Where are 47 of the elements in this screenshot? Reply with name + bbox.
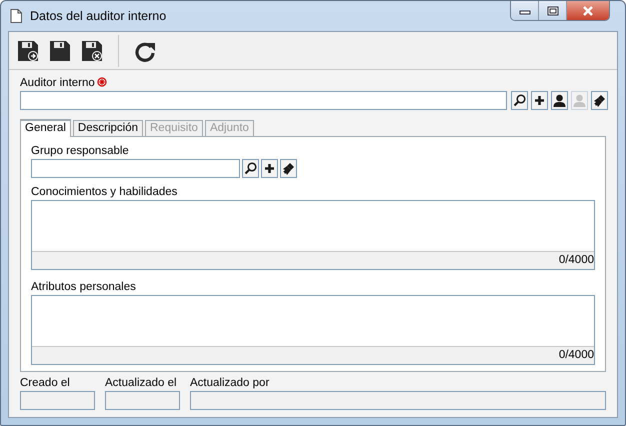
search-button[interactable] <box>242 159 259 178</box>
close-button[interactable] <box>567 1 609 20</box>
search-button[interactable] <box>511 91 528 110</box>
minimize-button[interactable] <box>511 1 539 20</box>
input-field[interactable] <box>105 391 180 410</box>
save-icon <box>49 40 71 62</box>
clear-button[interactable] <box>280 159 297 178</box>
user-icon <box>573 94 586 107</box>
save-close-button[interactable] <box>80 38 104 62</box>
brush-icon <box>282 162 295 175</box>
character-counter: 0/4000 <box>558 252 594 268</box>
character-counter: 0/4000 <box>558 348 594 363</box>
field-label: Conocimientos y habilidades <box>31 186 178 199</box>
add-button[interactable] <box>531 91 548 110</box>
field-label: Grupo responsable <box>31 145 130 158</box>
text-area[interactable]: 0/4000 <box>31 295 595 365</box>
close-icon <box>582 6 594 16</box>
user-icon <box>553 94 566 107</box>
save-new-icon <box>17 40 39 62</box>
search-icon <box>513 94 526 107</box>
field-label: Actualizado el <box>105 377 178 390</box>
search-icon <box>244 162 257 175</box>
maximize-icon <box>546 6 558 16</box>
add-icon <box>264 163 275 174</box>
document-icon <box>10 9 22 23</box>
tab[interactable]: Descripción <box>72 120 143 136</box>
field-label: Atributos personales <box>31 281 137 294</box>
tab[interactable]: General <box>20 119 71 137</box>
save-new-button[interactable] <box>16 38 40 62</box>
input-field[interactable] <box>20 91 507 110</box>
field-label: Creado el <box>20 377 71 390</box>
save-close-icon <box>81 40 103 62</box>
field-label: Auditor interno <box>20 77 95 89</box>
input-field[interactable] <box>31 159 240 178</box>
input-field[interactable] <box>190 391 606 410</box>
brush-icon <box>593 94 606 107</box>
user-button[interactable] <box>551 91 568 110</box>
add-icon <box>534 95 545 106</box>
field-label: Actualizado por <box>190 377 270 390</box>
refresh-icon <box>134 40 156 62</box>
window-title: Datos del auditor interno <box>30 8 166 25</box>
text-area[interactable]: 0/4000 <box>31 200 595 270</box>
clear-button[interactable] <box>591 91 608 110</box>
add-button[interactable] <box>261 159 278 178</box>
input-field[interactable] <box>20 391 95 410</box>
maximize-button[interactable] <box>539 1 567 20</box>
save-button[interactable] <box>48 38 72 62</box>
